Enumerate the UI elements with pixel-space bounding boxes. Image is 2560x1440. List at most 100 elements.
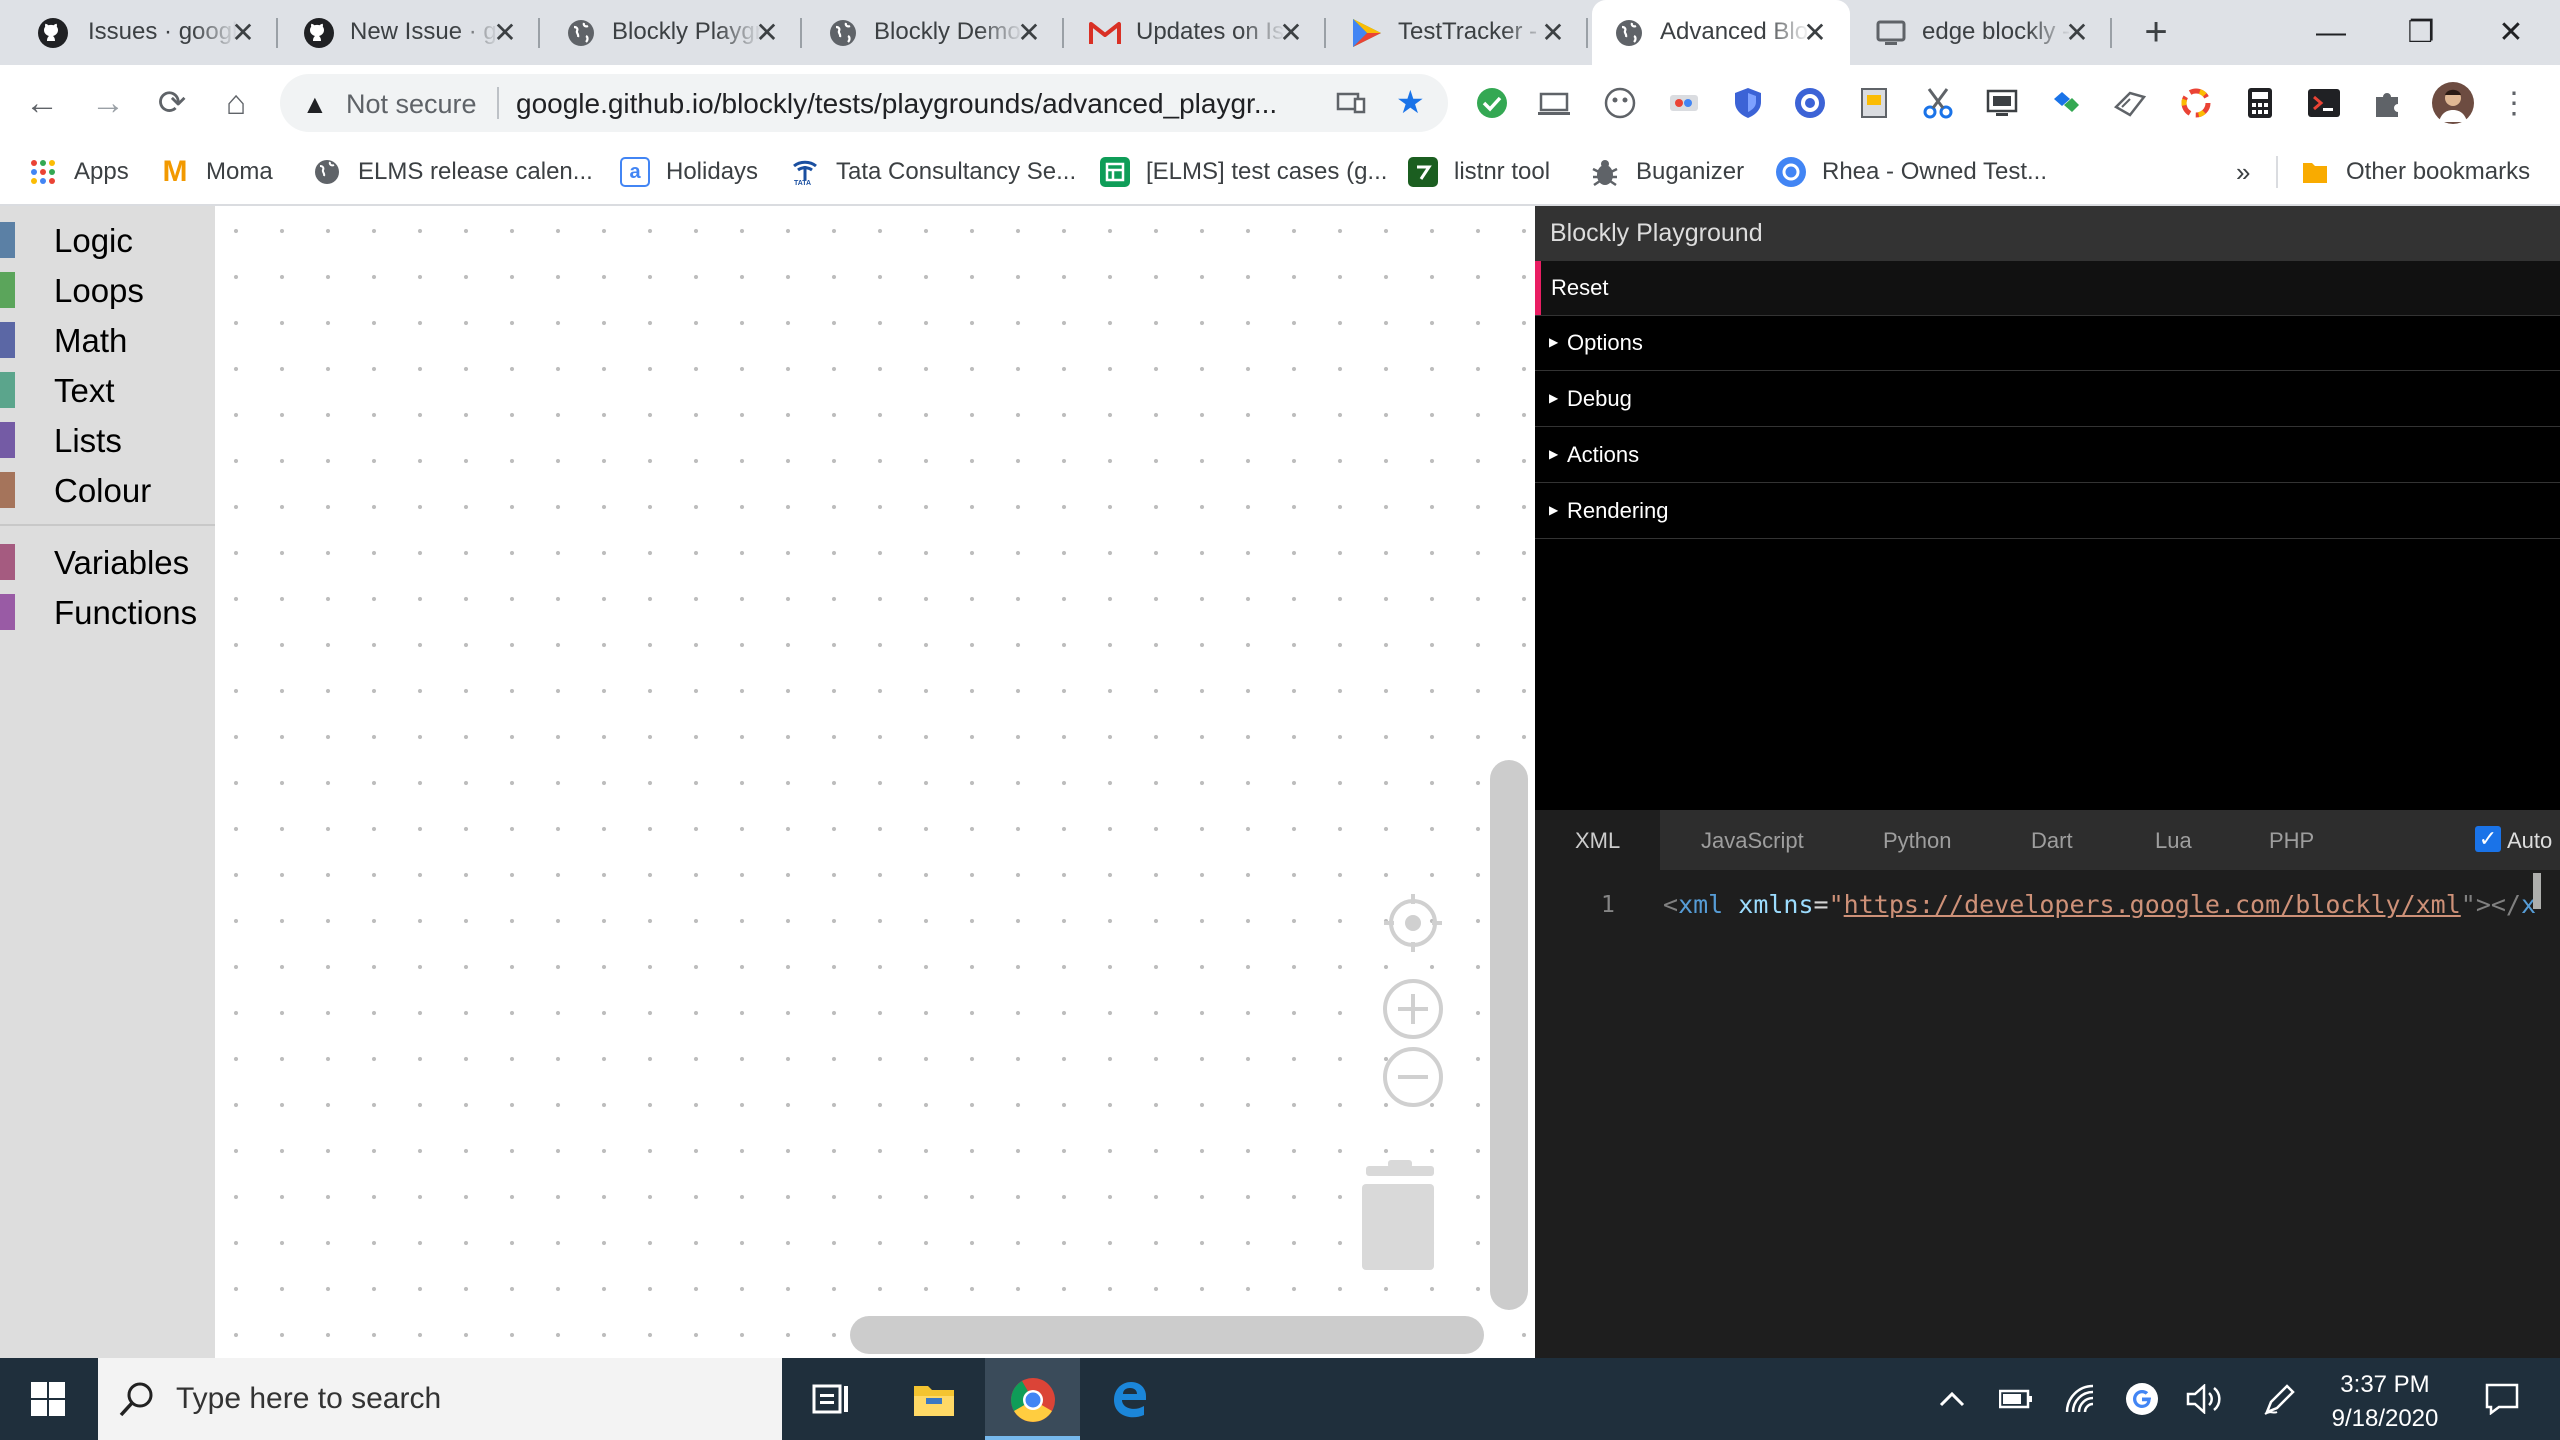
tab-lua[interactable]: Lua <box>2155 828 2192 854</box>
tab-xml[interactable]: XML <box>1575 828 1620 854</box>
chrome-taskbar-button[interactable] <box>985 1358 1080 1440</box>
toolbox-category-colour[interactable]: Colour <box>0 468 215 512</box>
toolbox-category-lists[interactable]: Lists <box>0 418 215 462</box>
home-button[interactable]: ⌂ <box>216 83 256 123</box>
edge-icon[interactable] <box>1082 1358 1176 1440</box>
close-icon[interactable]: ✕ <box>492 17 518 48</box>
toolbox-category-variables[interactable]: Variables <box>0 540 215 584</box>
close-icon[interactable]: ✕ <box>230 17 256 48</box>
chevron-up-icon[interactable] <box>1932 1358 1972 1440</box>
auto-checkbox[interactable]: ✓ <box>2475 826 2501 852</box>
pen-icon[interactable] <box>2258 1358 2302 1440</box>
tab-php[interactable]: PHP <box>2269 828 2314 854</box>
tab-javascript[interactable]: JavaScript <box>1701 828 1804 854</box>
extension-card-icon[interactable] <box>1666 85 1702 121</box>
tab-issues[interactable]: Issues · google/blockly ✕ <box>0 0 278 65</box>
close-icon[interactable]: ✕ <box>1278 17 1304 48</box>
tab-dart[interactable]: Dart <box>2031 828 2073 854</box>
close-icon[interactable]: ✕ <box>1540 17 1566 48</box>
extension-face-icon[interactable] <box>1602 85 1638 121</box>
extension-tag-icon[interactable] <box>2112 85 2148 121</box>
toolbox-category-text[interactable]: Text <box>0 368 215 412</box>
tab-blockly-demo[interactable]: Blockly Demo ✕ <box>802 0 1064 65</box>
battery-icon[interactable] <box>1996 1358 2036 1440</box>
volume-icon[interactable] <box>2182 1358 2226 1440</box>
tab-blockly-playground[interactable]: Blockly Playground ✕ <box>540 0 802 65</box>
terminal-icon[interactable] <box>2306 85 2342 121</box>
extension-screen-icon[interactable] <box>1984 85 2020 121</box>
extension-chromium-icon[interactable] <box>1792 85 1828 121</box>
trash-icon[interactable] <box>1358 1160 1442 1272</box>
reset-button[interactable]: Reset <box>1535 261 2560 316</box>
recenter-icon[interactable] <box>1382 892 1444 954</box>
chrome-menu-icon[interactable]: ⋮ <box>2494 83 2534 123</box>
tab-python[interactable]: Python <box>1883 828 1952 854</box>
actions-section-toggle[interactable]: ▶ Actions <box>1535 428 2560 483</box>
bookmark-moma[interactable]: M Moma <box>160 154 273 190</box>
wifi-icon[interactable] <box>2058 1358 2102 1440</box>
bookmark-buganizer[interactable]: Buganizer <box>1590 154 1744 190</box>
debug-section-toggle[interactable]: ▶ Debug <box>1535 372 2560 427</box>
tab-testtracker[interactable]: TestTracker - Home ✕ <box>1326 0 1588 65</box>
close-icon[interactable]: ✕ <box>1016 17 1042 48</box>
minimize-button[interactable]: — <box>2286 0 2376 65</box>
tab-gmail-updates[interactable]: Updates on Issue ✕ <box>1064 0 1326 65</box>
back-button[interactable]: ← <box>22 83 62 123</box>
bookmark-apps[interactable]: Apps <box>28 154 129 190</box>
bookmark-listnr[interactable]: listnr tool <box>1408 154 1550 190</box>
bookmark-elms-test-cases[interactable]: [ELMS] test cases (g... <box>1100 154 1387 190</box>
rendering-section-toggle[interactable]: ▶ Rendering <box>1535 484 2560 539</box>
calculator-icon[interactable] <box>2242 85 2278 121</box>
new-tab-button[interactable]: + <box>2136 12 2176 54</box>
toolbox-category-functions[interactable]: Functions <box>0 590 215 634</box>
extensions-puzzle-icon[interactable] <box>2370 85 2406 121</box>
google-icon[interactable] <box>2120 1358 2164 1440</box>
close-icon[interactable]: ✕ <box>754 17 780 48</box>
extension-diamond-icon[interactable] <box>2048 85 2084 121</box>
install-app-icon[interactable] <box>1336 88 1366 118</box>
system-clock[interactable]: 3:37 PM 9/18/2020 <box>2300 1368 2470 1436</box>
task-view-icon[interactable] <box>790 1358 872 1440</box>
taskbar-search-box[interactable]: Type here to search <box>98 1358 782 1440</box>
close-icon[interactable]: ✕ <box>1802 17 1828 48</box>
windows-start-icon[interactable] <box>0 1358 96 1440</box>
address-bar[interactable]: ▲ Not secure google.github.io/blockly/te… <box>280 74 1448 132</box>
blockly-workspace[interactable] <box>215 206 1535 1358</box>
bookmark-holidays[interactable]: a Holidays <box>620 154 758 190</box>
warning-icon[interactable]: ▲ <box>302 89 328 120</box>
bookmarks-overflow-button[interactable]: » <box>2236 154 2250 190</box>
restore-button[interactable]: ❐ <box>2376 0 2466 65</box>
url-text[interactable]: google.github.io/blockly/tests/playgroun… <box>516 88 1277 120</box>
extension-shield-icon[interactable] <box>1730 85 1766 121</box>
forward-button[interactable]: → <box>88 83 128 123</box>
close-icon[interactable]: ✕ <box>2064 17 2090 48</box>
notifications-icon[interactable] <box>2474 1358 2530 1440</box>
scissors-icon[interactable] <box>1920 85 1956 121</box>
extension-laptop-icon[interactable] <box>1536 85 1572 121</box>
extension-document-icon[interactable] <box>1856 85 1892 121</box>
code-editor-line[interactable]: <xml xmlns="https://developers.google.co… <box>1663 890 2536 919</box>
toolbox-category-loops[interactable]: Loops <box>0 268 215 312</box>
options-section-toggle[interactable]: ▶ Options <box>1535 316 2560 371</box>
tab-advanced-playground[interactable]: Advanced Blockly Playground ✕ <box>1592 0 1850 65</box>
security-status[interactable]: Not secure <box>346 89 477 120</box>
tab-edge-blockly[interactable]: edge blockly - Google Search ✕ <box>1850 0 2112 65</box>
workspace-vertical-scrollbar[interactable] <box>1490 760 1528 1310</box>
bookmark-elms-release[interactable]: ELMS release calen... <box>312 154 593 190</box>
extension-check-icon[interactable] <box>1474 85 1510 121</box>
reload-button[interactable]: ⟳ <box>152 83 192 123</box>
toolbox-category-logic[interactable]: Logic <box>0 218 215 262</box>
bookmark-rhea[interactable]: Rhea - Owned Test... <box>1776 154 2047 190</box>
workspace-horizontal-scrollbar[interactable] <box>850 1316 1484 1354</box>
file-explorer-icon[interactable] <box>888 1358 980 1440</box>
zoom-in-icon[interactable] <box>1382 978 1444 1040</box>
toolbox-category-math[interactable]: Math <box>0 318 215 362</box>
bookmark-star-icon[interactable]: ★ <box>1396 83 1426 120</box>
extension-ring-icon[interactable] <box>2178 85 2214 121</box>
other-bookmarks[interactable]: Other bookmarks <box>2300 154 2530 190</box>
zoom-out-icon[interactable] <box>1382 1046 1444 1108</box>
close-window-button[interactable]: ✕ <box>2466 0 2556 65</box>
tab-new-issue[interactable]: New Issue · google/blockly ✕ <box>278 0 540 65</box>
bookmark-tata[interactable]: TATA Tata Consultancy Se... <box>790 154 1076 190</box>
profile-avatar[interactable] <box>2432 82 2474 124</box>
